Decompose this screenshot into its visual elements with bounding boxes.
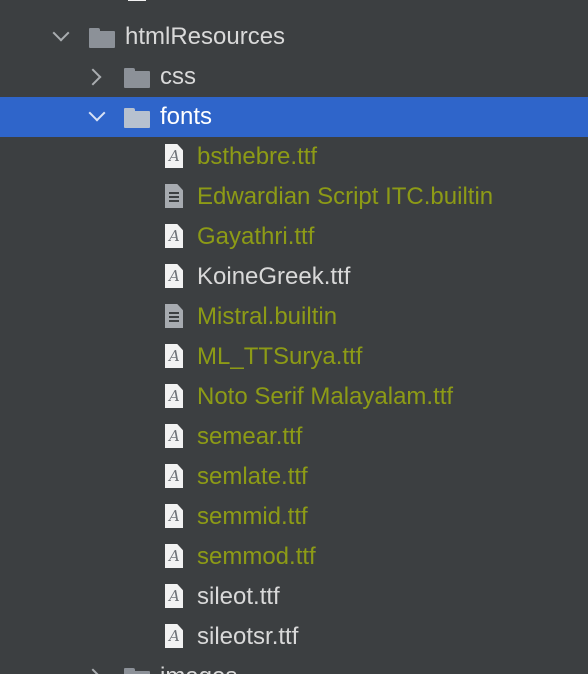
chevron-right-icon[interactable]	[84, 668, 102, 674]
file-label: ML_TTSurya.ttf	[197, 343, 363, 370]
file-label: Mistral.builtin	[197, 303, 338, 330]
file-label: semear.ttf	[197, 423, 303, 450]
tree-row-clipped[interactable]	[0, 0, 588, 10]
chevron-down-icon[interactable]	[88, 104, 106, 122]
folder-label: images	[160, 662, 237, 674]
tree-file[interactable]: Mistral.builtin	[0, 297, 588, 337]
tree-folder-css[interactable]: css	[0, 57, 588, 97]
font-file-icon: A	[165, 584, 183, 608]
file-label: semmid.ttf	[197, 503, 308, 530]
tree-file[interactable]: A semear.ttf	[0, 417, 588, 457]
file-label: semlate.ttf	[197, 463, 308, 490]
tree-file[interactable]: A semmid.ttf	[0, 497, 588, 537]
tree-file[interactable]: A semlate.ttf	[0, 457, 588, 497]
text-file-icon	[165, 184, 183, 208]
font-file-icon: A	[165, 504, 183, 528]
font-file-icon: A	[165, 624, 183, 648]
font-file-icon: A	[165, 344, 183, 368]
folder-label: css	[160, 63, 196, 90]
tree-file[interactable]: A Noto Serif Malayalam.ttf	[0, 377, 588, 417]
tree-file[interactable]: A KoineGreek.ttf	[0, 257, 588, 297]
file-label: semmod.ttf	[197, 543, 316, 570]
tree-file[interactable]: A semmod.ttf	[0, 537, 588, 577]
file-label: sileotsr.ttf	[197, 623, 299, 650]
file-label: Noto Serif Malayalam.ttf	[197, 383, 454, 410]
folder-icon	[124, 668, 150, 674]
tree-folder-htmlresources[interactable]: htmlResources	[0, 17, 588, 57]
tree-file[interactable]: Edwardian Script ITC.builtin	[0, 177, 588, 217]
folder-label: fonts	[160, 103, 213, 130]
tree-file[interactable]: A sileotsr.ttf	[0, 617, 588, 657]
tree-file[interactable]: A sileot.ttf	[0, 577, 588, 617]
font-file-icon: A	[165, 264, 183, 288]
file-label: sileot.ttf	[197, 583, 280, 610]
font-file-icon: A	[165, 544, 183, 568]
font-file-icon: A	[165, 424, 183, 448]
file-label: Edwardian Script ITC.builtin	[197, 183, 494, 210]
chevron-down-icon[interactable]	[52, 24, 70, 42]
tree-file[interactable]: A Gayathri.ttf	[0, 217, 588, 257]
font-file-icon: A	[165, 144, 183, 168]
tree-file[interactable]: A bsthebre.ttf	[0, 137, 588, 177]
file-label: KoineGreek.ttf	[197, 263, 351, 290]
tree-folder-images[interactable]: images	[0, 657, 588, 674]
font-file-icon: A	[165, 464, 183, 488]
folder-label: htmlResources	[125, 23, 286, 50]
font-file-icon	[128, 0, 146, 1]
file-label: bsthebre.ttf	[197, 143, 318, 170]
tree-folder-fonts[interactable]: fonts	[0, 97, 588, 137]
font-file-icon: A	[165, 384, 183, 408]
project-tree: htmlResources css fonts A bsthebre.ttf E…	[0, 0, 588, 674]
font-file-icon: A	[165, 224, 183, 248]
folder-icon	[124, 108, 150, 128]
text-file-icon	[165, 304, 183, 328]
file-label: Gayathri.ttf	[197, 223, 315, 250]
chevron-right-icon[interactable]	[84, 68, 102, 86]
folder-icon	[89, 28, 115, 48]
folder-icon	[124, 68, 150, 88]
tree-file[interactable]: A ML_TTSurya.ttf	[0, 337, 588, 377]
